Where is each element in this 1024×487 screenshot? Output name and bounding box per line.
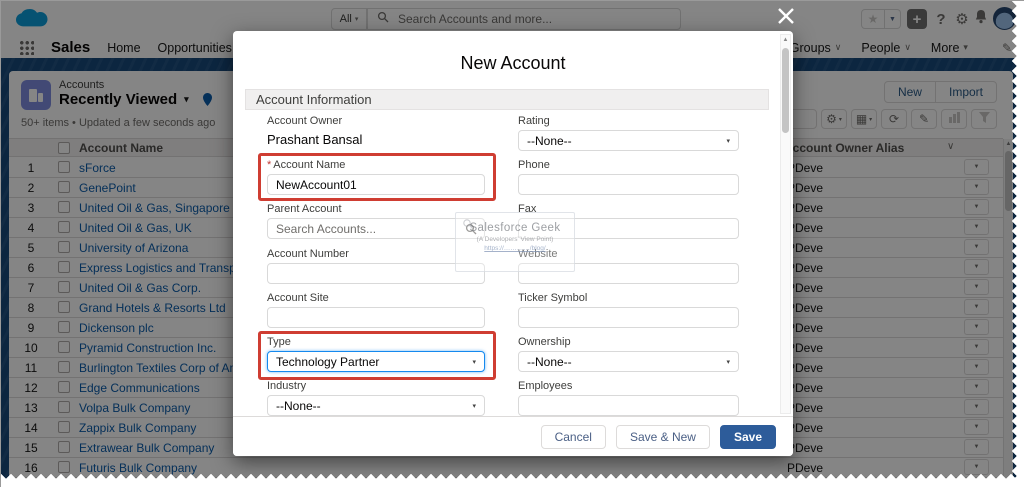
account-number-input[interactable]	[276, 266, 476, 281]
modal-title: New Account	[460, 53, 566, 73]
field-rating: Rating --None-- ▾	[518, 115, 739, 151]
ownership-select-value: --None--	[527, 354, 572, 369]
employees-input[interactable]	[527, 398, 730, 413]
field-label: Parent Account	[267, 203, 342, 215]
account-owner-value: Prashant Bansal	[267, 131, 485, 147]
scroll-up-arrow-icon[interactable]: ▲	[781, 35, 790, 46]
close-icon	[777, 7, 795, 30]
field-label: Industry	[267, 380, 307, 392]
torn-edge-right	[1009, 1, 1024, 487]
section-header-account-information: Account Information	[245, 89, 769, 110]
save-and-new-button[interactable]: Save & New	[615, 424, 710, 449]
field-label: Ownership	[518, 336, 571, 348]
highlight-box-account-name	[258, 153, 496, 201]
account-site-input[interactable]	[276, 310, 476, 325]
ticker-symbol-input[interactable]	[527, 310, 730, 325]
cancel-button[interactable]: Cancel	[540, 424, 606, 449]
field-label: Phone	[518, 159, 550, 171]
field-label: Account Owner	[267, 115, 343, 127]
modal-scrollbar[interactable]: ▲	[780, 34, 791, 414]
save-button[interactable]: Save	[719, 424, 776, 449]
field-account-owner: Account Owner Prashant Bansal	[267, 115, 485, 147]
lookup-placeholder: Search Accounts...	[276, 221, 377, 236]
field-account-number: Account Number	[267, 248, 485, 284]
field-label: Account Number	[267, 248, 349, 260]
phone-input[interactable]	[527, 177, 730, 192]
field-parent-account: Parent Account Search Accounts...	[267, 203, 485, 239]
highlight-box-type	[258, 331, 496, 380]
industry-select[interactable]: --None-- ▾	[267, 395, 485, 416]
field-label: Ticker Symbol	[518, 292, 588, 304]
field-label: Rating	[518, 115, 550, 127]
rating-select-value: --None--	[527, 133, 572, 148]
field-account-site: Account Site	[267, 292, 485, 328]
watermark-link: https://…………/blog/	[484, 245, 546, 252]
salesforce-geek-watermark: Salesforce Geek (A Developers' View Poin…	[455, 212, 575, 272]
field-ownership: Ownership --None-- ▾	[518, 336, 739, 372]
ownership-select[interactable]: --None-- ▾	[518, 351, 739, 372]
modal-footer: Cancel Save & New Save	[233, 416, 793, 456]
field-industry: Industry --None-- ▾	[267, 380, 485, 416]
field-ticker-symbol: Ticker Symbol	[518, 292, 739, 328]
chevron-down-icon: ▾	[726, 358, 730, 366]
scrollbar-thumb[interactable]	[782, 48, 789, 133]
field-label: Employees	[518, 380, 573, 392]
close-modal-button[interactable]	[774, 6, 798, 30]
field-label: Account Site	[267, 292, 329, 304]
screenshot-frame: All ▾ ★ ▼ + ? ⚙ Sales Home Opportunities	[0, 0, 1024, 487]
field-employees: Employees	[518, 380, 739, 416]
parent-account-lookup[interactable]: Search Accounts...	[267, 218, 485, 239]
industry-select-value: --None--	[276, 398, 321, 413]
watermark-subtitle: (A Developers' View Point)	[476, 236, 554, 243]
magnifier-icon	[462, 217, 474, 235]
rating-select[interactable]: --None-- ▾	[518, 130, 739, 151]
chevron-down-icon: ▾	[726, 137, 730, 145]
field-phone: Phone	[518, 159, 739, 195]
torn-edge-bottom	[1, 471, 1024, 487]
chevron-down-icon: ▾	[472, 402, 476, 410]
new-account-modal: New Account Account Information Account …	[233, 31, 793, 456]
